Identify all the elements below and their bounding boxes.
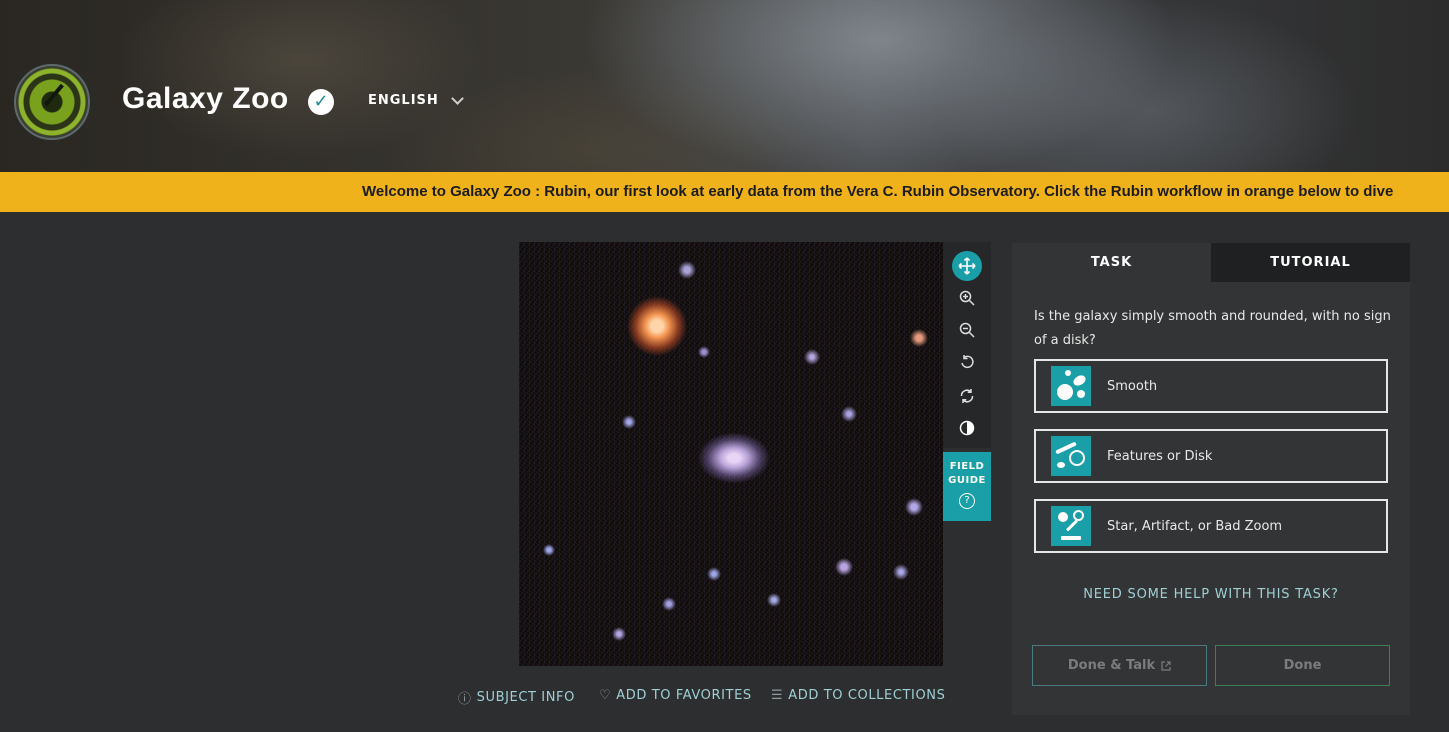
- announcement-text: Welcome to Galaxy Zoo : Rubin, our first…: [362, 183, 1394, 200]
- answer-features-disk-button[interactable]: Features or Disk: [1034, 429, 1388, 483]
- done-and-talk-button[interactable]: Done & Talk: [1032, 645, 1207, 686]
- task-question: Is the galaxy simply smooth and rounded,…: [1034, 309, 1391, 348]
- header-banner: Galaxy Zoo ✓ ENGLISH: [0, 0, 1449, 172]
- answer-star-artifact-button[interactable]: Star, Artifact, or Bad Zoom: [1034, 499, 1388, 553]
- help-icon: ?: [959, 493, 975, 509]
- answer-smooth-label: Smooth: [1107, 378, 1158, 394]
- field-guide-label: FIELD GUIDE: [948, 461, 986, 486]
- done-and-talk-label: Done & Talk: [1067, 658, 1156, 673]
- subject-info-label: SUBJECT INFO: [476, 690, 575, 705]
- announcement-banner: Welcome to Galaxy Zoo : Rubin, our first…: [0, 172, 1449, 212]
- external-link-icon: [1161, 660, 1171, 671]
- info-icon: ⓘ: [458, 692, 472, 707]
- done-button[interactable]: Done: [1215, 645, 1390, 686]
- zoom-out-icon[interactable]: [952, 315, 982, 345]
- disk-galaxy-icon: [1051, 436, 1091, 476]
- field-guide-button[interactable]: FIELD GUIDE ?: [943, 452, 991, 521]
- reset-icon[interactable]: [952, 381, 982, 411]
- tab-tutorial[interactable]: TUTORIAL: [1211, 243, 1410, 282]
- project-title[interactable]: Galaxy Zoo: [122, 82, 289, 116]
- add-to-favorites-link[interactable]: ♡ ADD TO FAVORITES: [599, 688, 752, 703]
- language-label: ENGLISH: [368, 93, 439, 108]
- subject-info-link[interactable]: ⓘ SUBJECT INFO: [458, 688, 575, 707]
- language-selector[interactable]: ENGLISH: [368, 91, 464, 108]
- image-toolbar: [943, 242, 991, 448]
- add-collections-label: ADD TO COLLECTIONS: [788, 688, 946, 703]
- task-help-link[interactable]: NEED SOME HELP WITH THIS TASK?: [1012, 587, 1410, 602]
- answer-features-disk-label: Features or Disk: [1107, 448, 1213, 464]
- invert-icon[interactable]: [952, 413, 982, 443]
- answer-smooth-button[interactable]: Smooth: [1034, 359, 1388, 413]
- answer-star-artifact-label: Star, Artifact, or Bad Zoom: [1107, 518, 1283, 534]
- add-favorites-label: ADD TO FAVORITES: [616, 688, 752, 703]
- checkmark-icon: ✓: [308, 89, 334, 115]
- done-label: Done: [1283, 658, 1322, 673]
- galaxy-zoo-logo[interactable]: [14, 64, 90, 140]
- subject-image[interactable]: [519, 242, 943, 666]
- chevron-down-icon: [450, 91, 464, 105]
- task-panel: TASK TUTORIAL Is the galaxy simply smoot…: [1012, 243, 1410, 715]
- zoom-in-icon[interactable]: [952, 283, 982, 313]
- heart-icon: ♡: [599, 688, 612, 703]
- smooth-galaxy-icon: [1051, 366, 1091, 406]
- star-artifact-icon: [1051, 506, 1091, 546]
- tab-task[interactable]: TASK: [1012, 243, 1211, 282]
- add-to-collections-link[interactable]: ☰ ADD TO COLLECTIONS: [771, 688, 946, 703]
- list-icon: ☰: [771, 688, 784, 703]
- rotate-icon[interactable]: [952, 347, 982, 377]
- move-icon[interactable]: [952, 251, 982, 281]
